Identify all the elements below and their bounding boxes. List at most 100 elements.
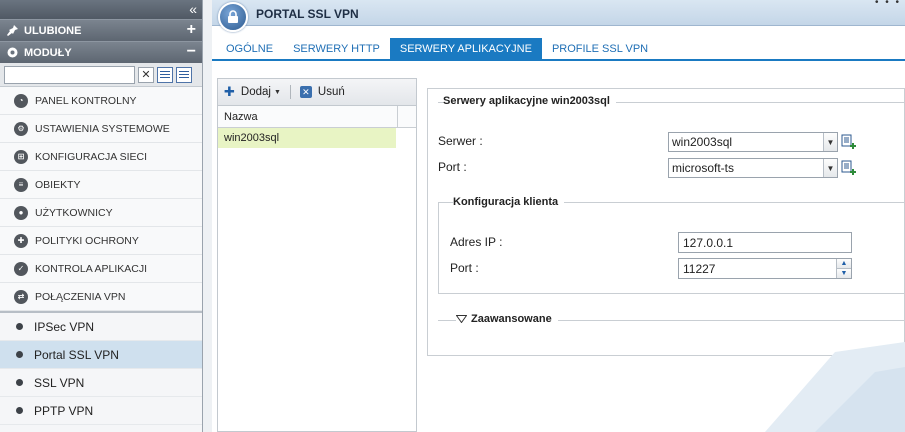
submenu-item-ssl-vpn[interactable]: SSL VPN bbox=[0, 369, 202, 397]
favorites-label: ULUBIONE bbox=[24, 24, 82, 37]
port-select[interactable]: microsoft-ts ▼ bbox=[668, 158, 838, 178]
modules-label: MODUŁY bbox=[24, 46, 72, 59]
module-label: KONFIGURACJA SIECI bbox=[35, 150, 148, 163]
tree-view-icon[interactable] bbox=[176, 66, 192, 83]
module-label: KONTROLA APLIKACJI bbox=[35, 262, 148, 275]
port-select-value: microsoft-ts bbox=[672, 161, 735, 175]
add-port-icon[interactable] bbox=[841, 160, 857, 176]
page-title: PORTAL SSL VPN bbox=[256, 7, 359, 21]
bullet-icon bbox=[16, 351, 23, 358]
collapse-sidebar-icon[interactable]: « bbox=[189, 1, 197, 17]
module-item-konfiguracja-sieci[interactable]: ⊞ KONFIGURACJA SIECI bbox=[0, 143, 202, 171]
spin-down-icon[interactable]: ▼ bbox=[837, 269, 851, 278]
ip-address-label: Adres IP : bbox=[450, 235, 503, 249]
advanced-label: Zaawansowane bbox=[471, 313, 552, 325]
server-form: Serwery aplikacyjne win2003sql Serwer : … bbox=[427, 88, 905, 356]
module-label: POŁĄCZENIA VPN bbox=[35, 290, 126, 303]
submenu-item-pptp-vpn[interactable]: PPTP VPN bbox=[0, 397, 202, 425]
user-icon: ● bbox=[14, 205, 28, 220]
lock-icon bbox=[218, 2, 248, 32]
module-item-panel-kontrolny[interactable]: ◔ PANEL KONTROLNY bbox=[0, 87, 202, 115]
spin-up-icon[interactable]: ▲ bbox=[837, 259, 851, 269]
client-port-label: Port : bbox=[450, 261, 479, 275]
spinner: ▲ ▼ bbox=[836, 259, 851, 278]
submenu-item-portal-ssl-vpn[interactable]: Portal SSL VPN bbox=[0, 341, 202, 369]
ip-address-input[interactable]: 127.0.0.1 bbox=[678, 232, 852, 253]
client-config-legend: Konfiguracja klienta bbox=[453, 196, 565, 208]
remove-button[interactable]: Usuń bbox=[318, 86, 345, 98]
tab-serwery-aplikacyjne[interactable]: SERWERY APLIKACYJNE bbox=[389, 38, 542, 59]
module-item-uzytkownicy[interactable]: ● UŻYTKOWNICY bbox=[0, 199, 202, 227]
chevron-down-icon[interactable]: ▼ bbox=[823, 133, 837, 151]
tab-ogolne[interactable]: OGÓLNE bbox=[216, 38, 283, 59]
column-name-header: Nazwa bbox=[224, 110, 258, 123]
modules-icon bbox=[6, 47, 18, 59]
vpn-icon: ⇄ bbox=[14, 289, 28, 304]
list-item-label: win2003sql bbox=[224, 132, 280, 144]
form-legend: Serwery aplikacyjne win2003sql bbox=[443, 95, 616, 107]
remove-icon: ✕ bbox=[299, 86, 312, 98]
module-item-polaczenia-vpn[interactable]: ⇄ POŁĄCZENIA VPN bbox=[0, 283, 202, 311]
more-options-icon[interactable]: • • • bbox=[875, 0, 901, 8]
submenu-item-ipsec-vpn[interactable]: IPSec VPN bbox=[0, 313, 202, 341]
module-filter-input[interactable] bbox=[4, 65, 135, 84]
bullet-icon bbox=[16, 379, 23, 386]
tab-profile-ssl-vpn[interactable]: PROFILE SSL VPN bbox=[542, 38, 658, 59]
expand-triangle-icon bbox=[456, 315, 467, 323]
server-select[interactable]: win2003sql ▼ bbox=[668, 132, 838, 152]
list-column-header[interactable]: Nazwa bbox=[218, 106, 416, 128]
favorites-header[interactable]: ULUBIONE + bbox=[0, 19, 202, 41]
advanced-toggle[interactable]: Zaawansowane bbox=[456, 313, 558, 325]
list-view-icon[interactable] bbox=[157, 66, 173, 83]
network-icon: ⊞ bbox=[14, 149, 28, 164]
add-server-icon[interactable] bbox=[841, 134, 857, 150]
module-item-obiekty[interactable]: ≡ OBIEKTY bbox=[0, 171, 202, 199]
add-icon: ✚ bbox=[224, 84, 235, 99]
modules-list: ◔ PANEL KONTROLNY ⚙ USTAWIENIA SYSTEMOWE… bbox=[0, 87, 202, 311]
background-decoration bbox=[765, 342, 905, 432]
submenu-label: Portal SSL VPN bbox=[34, 347, 119, 362]
module-label: USTAWIENIA SYSTEMOWE bbox=[35, 122, 170, 135]
database-icon: ≡ bbox=[14, 177, 28, 192]
sidebar: « ULUBIONE + MODUŁY − ✕ ◔ PANEL KONTROLN… bbox=[0, 0, 203, 432]
main-content: • • • PORTAL SSL VPN OGÓLNE SERWERY HTTP… bbox=[212, 0, 905, 432]
toolbar-separator bbox=[289, 85, 291, 99]
submenu-label: SSL VPN bbox=[34, 375, 85, 390]
settings-icon: ⚙ bbox=[14, 121, 28, 136]
bullet-icon bbox=[16, 407, 23, 414]
ip-address-value: 127.0.0.1 bbox=[683, 235, 734, 250]
module-item-polityki-ochrony[interactable]: ✚ POLITYKI OCHRONY bbox=[0, 227, 202, 255]
collapse-minus-icon[interactable]: − bbox=[187, 43, 196, 61]
port-label: Port : bbox=[438, 160, 467, 174]
shield-icon: ✓ bbox=[14, 261, 28, 276]
dashboard-icon: ◔ bbox=[14, 93, 28, 108]
list-item[interactable]: win2003sql bbox=[218, 128, 396, 148]
submenu-label: IPSec VPN bbox=[34, 319, 95, 334]
policy-icon: ✚ bbox=[14, 233, 28, 248]
module-label: OBIEKTY bbox=[35, 178, 81, 191]
module-label: PANEL KONTROLNY bbox=[35, 94, 137, 107]
module-label: UŻYTKOWNICY bbox=[35, 206, 113, 219]
server-select-value: win2003sql bbox=[672, 135, 733, 149]
sidebar-collapse-strip: « bbox=[0, 0, 202, 19]
bullet-icon bbox=[16, 323, 23, 330]
add-button[interactable]: Dodaj bbox=[241, 86, 271, 98]
module-filter-row: ✕ bbox=[0, 63, 202, 87]
client-port-value: 11227 bbox=[683, 261, 716, 276]
client-config-fieldset: Konfiguracja klienta Adres IP : 127.0.0.… bbox=[438, 196, 905, 294]
column-separator bbox=[397, 106, 398, 128]
dropdown-caret-icon[interactable]: ▼ bbox=[274, 89, 281, 96]
expand-plus-icon[interactable]: + bbox=[187, 21, 196, 39]
client-port-stepper[interactable]: 11227 ▲ ▼ bbox=[678, 258, 852, 279]
chevron-down-icon[interactable]: ▼ bbox=[823, 159, 837, 177]
server-list-panel: ✚ Dodaj ▼ ✕ Usuń Nazwa win2003sql bbox=[217, 78, 417, 432]
clear-filter-icon[interactable]: ✕ bbox=[138, 66, 154, 83]
submenu-label: PPTP VPN bbox=[34, 403, 94, 418]
modules-header[interactable]: MODUŁY − bbox=[0, 41, 202, 63]
pin-icon bbox=[6, 25, 18, 37]
server-label: Serwer : bbox=[438, 134, 483, 148]
tab-serwery-http[interactable]: SERWERY HTTP bbox=[283, 38, 390, 59]
list-toolbar: ✚ Dodaj ▼ ✕ Usuń bbox=[218, 79, 416, 106]
module-item-ustawienia-systemowe[interactable]: ⚙ USTAWIENIA SYSTEMOWE bbox=[0, 115, 202, 143]
module-item-kontrola-aplikacji[interactable]: ✓ KONTROLA APLIKACJI bbox=[0, 255, 202, 283]
